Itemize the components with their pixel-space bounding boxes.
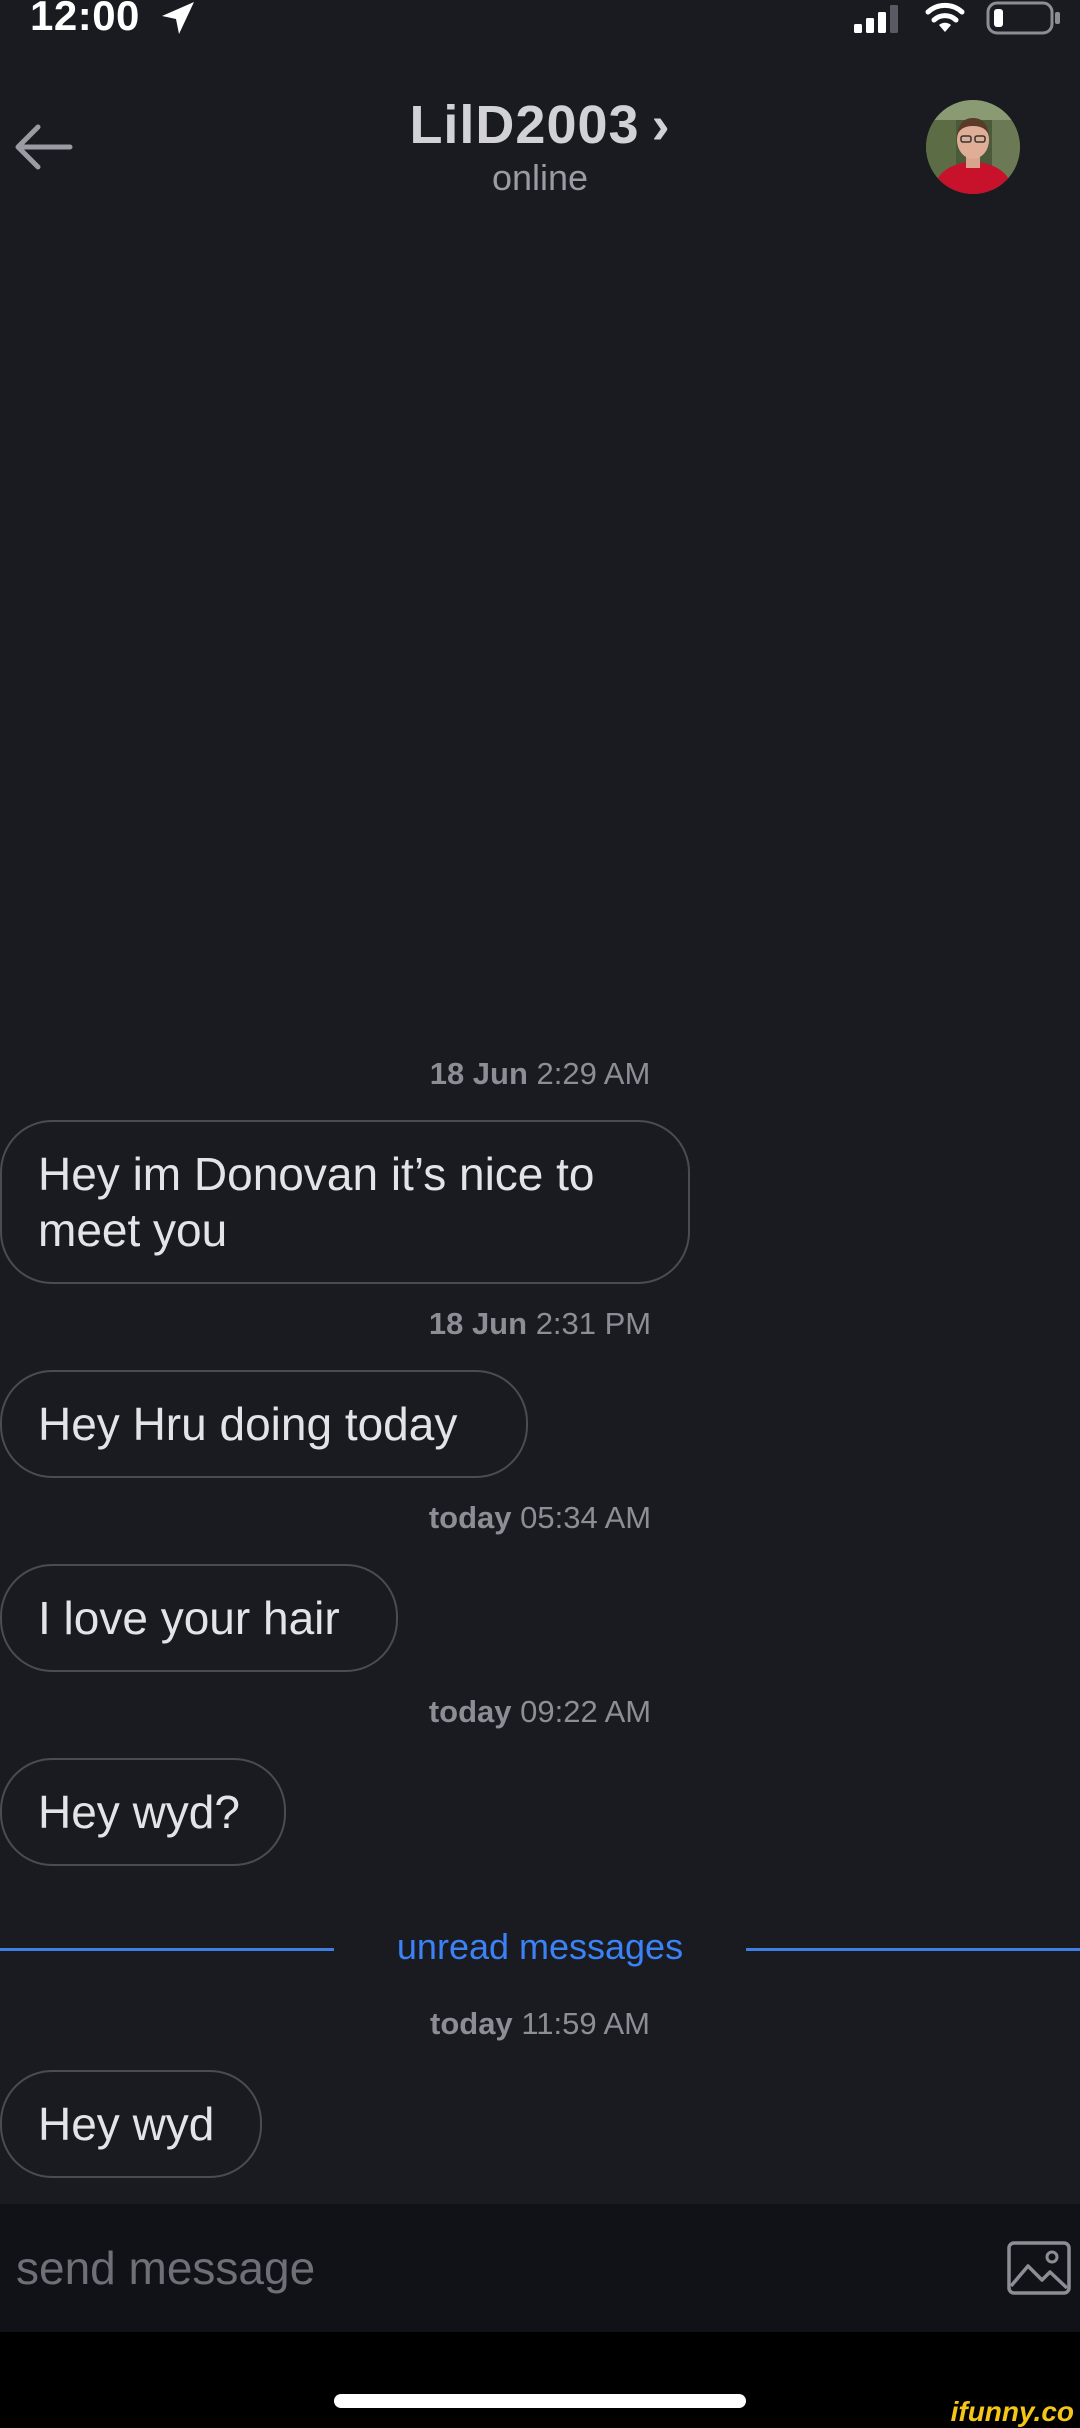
message-text: meet you	[38, 1204, 228, 1256]
message-text: Hey im Donovan it’s nice to	[38, 1148, 595, 1200]
message-timestamp: today 11:59 AM	[0, 2006, 1080, 2042]
message-bubble[interactable]: Hey wyd?	[0, 1758, 286, 1866]
unread-divider-right	[746, 1948, 1080, 1951]
chevron-right-icon[interactable]: ›	[652, 95, 671, 155]
timestamp-time: 09:22 AM	[520, 1694, 652, 1729]
timestamp-date: 18 Jun	[429, 1056, 528, 1091]
timestamp-time: 2:29 AM	[536, 1056, 651, 1091]
location-arrow-icon	[162, 2, 194, 34]
timestamp-time: 2:31 PM	[535, 1306, 652, 1341]
avatar[interactable]	[926, 100, 1020, 194]
presence-status: online	[491, 157, 589, 198]
message-text: I love your hair	[38, 1592, 340, 1644]
timestamp-time: 11:59 AM	[521, 2006, 650, 2041]
message-bubble[interactable]: Hey im Donovan it’s nice to meet you	[0, 1120, 690, 1284]
message-input[interactable]	[0, 2204, 980, 2332]
watermark: ifunny.co	[950, 2396, 1074, 2427]
unread-label: unread messages	[396, 1926, 684, 1967]
message-text: Hey Hru doing today	[38, 1398, 458, 1450]
message-timestamp: 18 Jun 2:31 PM	[0, 1306, 1080, 1342]
battery-icon	[986, 1, 1060, 35]
status-bar: 12:00	[0, 0, 1080, 40]
image-icon[interactable]	[1006, 2240, 1072, 2296]
timestamp-date: today	[430, 2006, 513, 2041]
home-indicator[interactable]	[334, 2394, 746, 2408]
message-bubble[interactable]: Hey Hru doing today	[0, 1370, 528, 1478]
message-bubble[interactable]: Hey wyd	[0, 2070, 262, 2178]
message-bubble[interactable]: I love your hair	[0, 1564, 398, 1672]
message-text: Hey wyd?	[38, 1786, 240, 1838]
message-timestamp: today 09:22 AM	[0, 1694, 1080, 1730]
cellular-signal-icon	[854, 5, 898, 33]
timestamp-time: 05:34 AM	[520, 1500, 652, 1535]
composer	[0, 2204, 1080, 2332]
timestamp-date: 18 Jun	[428, 1306, 528, 1341]
wifi-icon	[925, 2, 965, 32]
message-timestamp: 18 Jun 2:29 AM	[0, 1056, 1080, 1092]
status-time: 12:00	[30, 0, 140, 39]
timestamp-date: today	[428, 1500, 512, 1535]
timestamp-date: today	[428, 1694, 512, 1729]
chat-title[interactable]: LilD2003 ›	[0, 94, 1080, 156]
contact-name[interactable]: LilD2003	[409, 95, 639, 155]
bottom-safe-area	[0, 2332, 1080, 2428]
message-text: Hey wyd	[38, 2098, 215, 2150]
message-timestamp: today 05:34 AM	[0, 1500, 1080, 1536]
